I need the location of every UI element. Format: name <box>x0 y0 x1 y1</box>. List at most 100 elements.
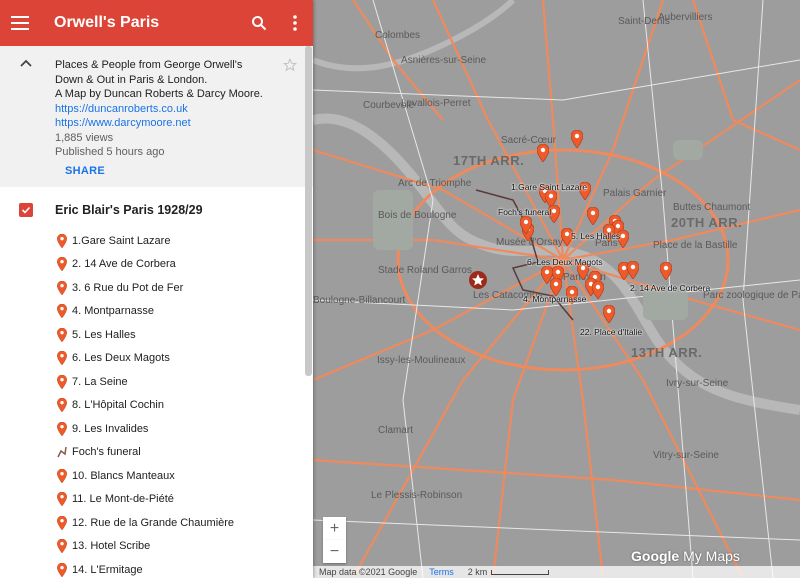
place-label: Place de la Bastille <box>653 240 738 251</box>
map-pin-icon[interactable] <box>627 261 639 279</box>
list-item[interactable]: 9. Les Invalides <box>0 417 313 441</box>
scale-bar <box>491 569 550 575</box>
map-pin-icon[interactable] <box>603 305 615 323</box>
description-line: Places & People from George Orwell's <box>55 59 243 71</box>
map-pin-icon <box>57 398 67 413</box>
marker-label: 2. 14 Ave de Corbera <box>630 283 711 293</box>
line-path-icon <box>57 445 67 459</box>
share-button[interactable]: SHARE <box>65 164 105 179</box>
map-info-panel: Places & People from George Orwell's Dow… <box>0 46 313 187</box>
place-label: Clamart <box>378 425 414 436</box>
map-pin-icon <box>57 351 67 366</box>
map-title: Orwell's Paris <box>54 14 160 31</box>
marker-label: 22. Place d'Italie <box>580 327 643 337</box>
list-item[interactable]: 10. Blancs Manteaux <box>0 464 313 488</box>
published-time: Published 5 hours ago <box>55 146 165 158</box>
place-label: Bois de Boulogne <box>378 210 457 221</box>
map-pin-icon[interactable] <box>660 262 672 280</box>
map-pin-icon <box>57 327 67 343</box>
list-item-label: 14. L'Ermitage <box>72 563 143 576</box>
map-pin-icon <box>57 233 67 249</box>
place-label: Colombes <box>375 30 421 41</box>
place-label: Parc zoologique de Paris <box>703 290 800 301</box>
map-pin-icon[interactable] <box>520 216 532 234</box>
list-item-label: 4. Montparnasse <box>72 305 154 318</box>
place-label: Vitry-sur-Seine <box>653 450 719 461</box>
place-label: Palais Garnier <box>603 188 667 199</box>
list-item[interactable]: 14. L'Ermitage <box>0 558 313 578</box>
google-my-maps-logo: Google My Maps <box>631 548 740 564</box>
list-item[interactable]: 8. L'Hôpital Cochin <box>0 394 313 418</box>
list-item-label: 5. Les Halles <box>72 328 136 341</box>
link-duncanroberts[interactable]: https://duncanroberts.co.uk <box>55 102 313 117</box>
star-icon[interactable] <box>283 58 297 72</box>
map-pin-icon <box>57 515 67 531</box>
place-label: Arc de Triomphe <box>398 178 472 189</box>
map-pin-icon <box>57 304 67 319</box>
place-label: 17TH ARR. <box>453 153 525 168</box>
map-pin-icon <box>57 492 67 507</box>
marker-label: 1.Gare Saint Lazare <box>511 182 588 192</box>
sidebar-scrollbar[interactable] <box>305 46 312 376</box>
search-icon[interactable] <box>241 0 277 46</box>
terms-link[interactable]: Terms <box>429 567 454 577</box>
marker-label: 4. Montparnasse <box>523 294 587 304</box>
list-item-label: 12. Rue de la Grande Chaumière <box>72 516 235 529</box>
layer-panel: Eric Blair's Paris 1928/29 1.Gare Saint … <box>0 187 313 578</box>
list-item[interactable]: 12. Rue de la Grande Chaumière <box>0 511 313 535</box>
list-item[interactable]: Foch's funeral <box>0 441 313 465</box>
hamburger-icon[interactable] <box>0 0 40 46</box>
list-item-label: 6. Les Deux Magots <box>72 352 170 365</box>
map-canvas[interactable]: Colombes Asnières-sur-Seine Saint-Denis Aub… <box>313 0 800 578</box>
map-data-attribution: Map data ©2021 Google <box>319 567 418 577</box>
place-label: Buttes Chaumont <box>673 202 751 213</box>
list-item[interactable]: 2. 14 Ave de Corbera <box>0 253 313 277</box>
list-item-label: 3. 6 Rue du Pot de Fer <box>72 281 184 294</box>
place-label: Asnières-sur-Seine <box>401 55 487 66</box>
list-item[interactable]: 11. Le Mont-de-Piété <box>0 488 313 512</box>
layer-header: Eric Blair's Paris 1928/29 <box>0 203 313 217</box>
list-item[interactable]: 4. Montparnasse <box>0 300 313 324</box>
place-label: Levallois-Perret <box>401 98 471 109</box>
list-item[interactable]: 3. 6 Rue du Pot de Fer <box>0 276 313 300</box>
list-item-label: 10. Blancs Manteaux <box>72 469 175 482</box>
layer-checkbox[interactable] <box>19 203 33 217</box>
map-pin-icon[interactable] <box>571 130 583 148</box>
list-item[interactable]: 6. Les Deux Magots <box>0 347 313 371</box>
map-pin-icon[interactable] <box>587 207 599 225</box>
place-label: 13TH ARR. <box>631 345 703 360</box>
header-bar: Orwell's Paris <box>0 0 313 46</box>
sidebar: Orwell's Paris Places & People from Geor… <box>0 0 313 578</box>
description-line: Down & Out in Paris & London. <box>55 73 208 86</box>
marker-label: 6. Les Deux Magots <box>527 257 603 267</box>
description-line: A Map by Duncan Roberts & Darcy Moore. <box>55 88 263 100</box>
view-count: 1,885 views <box>55 131 114 144</box>
map-pin-icon <box>57 562 67 578</box>
list-item[interactable]: 1.Gare Saint Lazare <box>0 229 313 253</box>
place-label: Ivry-sur-Seine <box>666 378 729 389</box>
list-item-label: 7. La Seine <box>72 375 128 388</box>
star-marker-icon[interactable] <box>468 270 488 290</box>
list-item-label: 9. Les Invalides <box>72 422 149 435</box>
link-darcymoore[interactable]: https://www.darcymoore.net <box>55 116 313 131</box>
place-label: Issy-les-Moulineaux <box>377 355 466 366</box>
list-item-label: 11. Le Mont-de-Piété <box>72 493 174 506</box>
list-item[interactable]: 13. Hotel Scribe <box>0 535 313 559</box>
zoom-out-button[interactable]: − <box>323 540 346 563</box>
layer-name: Eric Blair's Paris 1928/29 <box>55 203 203 217</box>
place-label: Boulogne-Billancourt <box>313 295 406 306</box>
marker-label: Foch's funeral <box>498 207 552 217</box>
collapse-icon[interactable] <box>18 56 34 72</box>
map-pin-icon[interactable] <box>537 144 549 162</box>
map-pin-icon[interactable] <box>592 281 604 299</box>
list-item-label: 1.Gare Saint Lazare <box>72 234 171 247</box>
zoom-in-button[interactable]: + <box>323 517 346 540</box>
marker-label: 5. Les Halles <box>571 231 621 241</box>
place-label: 20TH ARR. <box>671 215 743 230</box>
list-item[interactable]: 7. La Seine <box>0 370 313 394</box>
list-item[interactable]: 5. Les Halles <box>0 323 313 347</box>
list-item-label: 2. 14 Ave de Corbera <box>72 258 176 271</box>
place-label: Stade Roland Garros <box>378 265 472 276</box>
layer-items: 1.Gare Saint Lazare 2. 14 Ave de Corbera 3… <box>0 229 313 578</box>
more-vert-icon[interactable] <box>277 0 313 46</box>
